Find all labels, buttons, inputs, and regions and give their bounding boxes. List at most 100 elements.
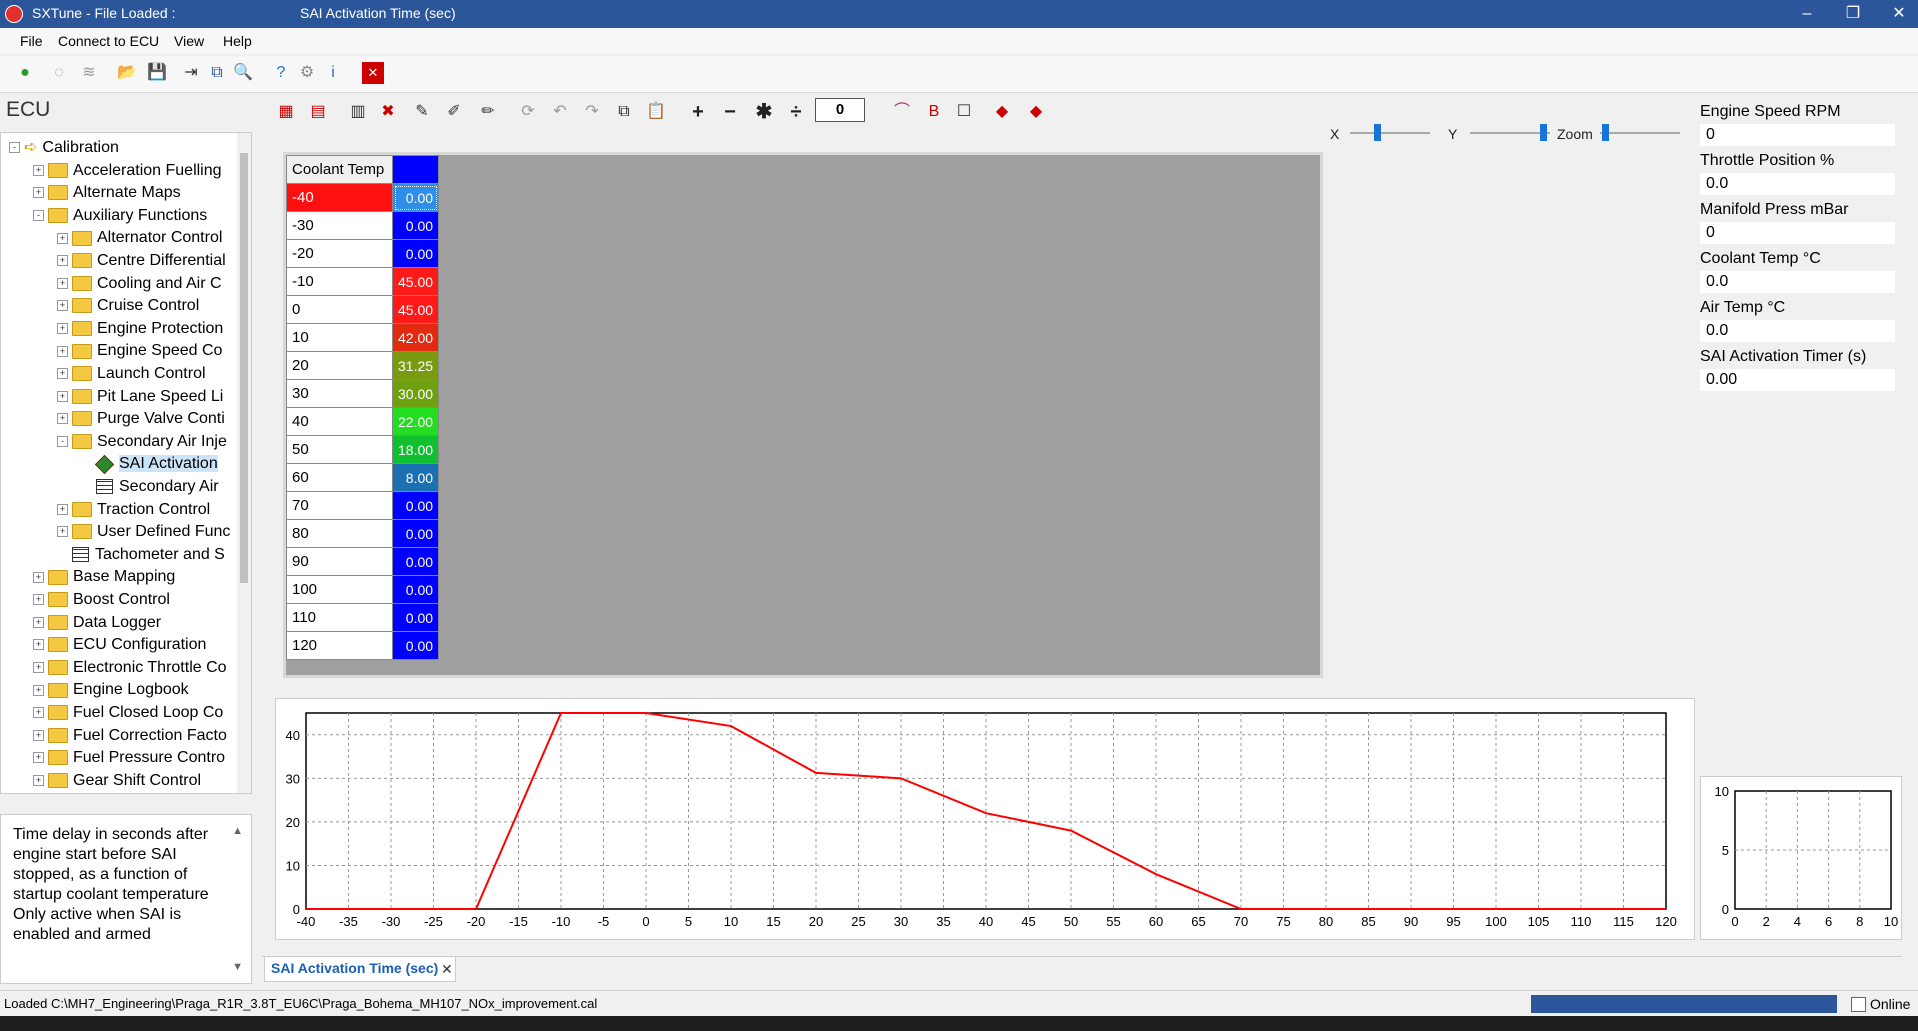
expand-icon[interactable]: +	[57, 345, 68, 357]
value-cell[interactable]: 22.00	[391, 407, 440, 436]
compare-icon[interactable]: ⧉	[206, 62, 228, 84]
tree-item[interactable]: + Fuel Pressure Contro	[33, 747, 225, 769]
tree-item[interactable]: + Electronic Throttle Co	[33, 657, 227, 679]
value-cell[interactable]: 0.00	[391, 183, 440, 212]
minus-icon[interactable]: −	[719, 101, 741, 123]
expand-icon[interactable]: +	[33, 684, 44, 696]
expand-icon[interactable]: +	[57, 368, 68, 380]
cube-red-icon[interactable]: ◆	[991, 101, 1013, 123]
cube-alt-icon[interactable]: ◆	[1025, 101, 1047, 123]
menu-connect-to-ecu[interactable]: Connect to ECU	[58, 33, 159, 49]
expand-icon[interactable]: +	[57, 255, 68, 267]
expand-icon[interactable]: +	[33, 729, 44, 741]
divide-icon[interactable]: ÷	[785, 101, 807, 123]
value-cell[interactable]: 31.25	[391, 351, 440, 380]
expand-icon[interactable]: +	[57, 526, 68, 538]
axis-cell[interactable]: 100	[286, 575, 393, 604]
menu-help[interactable]: Help	[223, 33, 252, 49]
zoom-slider-thumb[interactable]	[1602, 124, 1609, 141]
info-icon[interactable]: i	[322, 62, 344, 84]
flag-icon[interactable]: B	[923, 101, 945, 123]
tree-item[interactable]: + Cruise Control	[57, 295, 199, 317]
tree-item[interactable]: + Launch Control	[57, 363, 206, 385]
go-icon[interactable]: ●	[14, 62, 36, 84]
expand-icon[interactable]: +	[33, 164, 44, 176]
tree-item[interactable]: + Acceleration Fuelling	[33, 160, 222, 182]
expand-icon[interactable]: +	[57, 323, 68, 335]
y-slider-thumb[interactable]	[1540, 124, 1547, 141]
axis-cell[interactable]: 50	[286, 435, 393, 464]
tree-item[interactable]: + Alternator Control	[57, 227, 222, 249]
value-cell[interactable]: 18.00	[391, 435, 440, 464]
axis-cell[interactable]: 70	[286, 491, 393, 520]
tree-item[interactable]: + Fuel Closed Loop Co	[33, 702, 223, 724]
settings-icon[interactable]: ⚙	[296, 62, 318, 84]
pencil-alt-icon[interactable]: ✐	[443, 101, 465, 123]
close-window-button[interactable]: ✕	[1876, 0, 1918, 28]
axis-cell[interactable]: -20	[286, 239, 393, 268]
tree-item[interactable]: + ECU Configuration	[33, 634, 206, 656]
expand-icon[interactable]: +	[57, 503, 68, 515]
axis-cell[interactable]: 60	[286, 463, 393, 492]
tree-item[interactable]: - ➪ Calibration	[9, 137, 119, 159]
axis-cell[interactable]: -40	[286, 183, 393, 212]
x-slider-thumb[interactable]	[1374, 124, 1381, 141]
tree-item[interactable]: SAI Activation	[81, 453, 218, 475]
undo-icon[interactable]: ↶	[549, 101, 571, 123]
tree-item[interactable]: + Data Logger	[33, 612, 161, 634]
menu-view[interactable]: View	[174, 33, 204, 49]
multiply-icon[interactable]: ✱	[753, 101, 775, 123]
tree-item[interactable]: + Purge Valve Conti	[57, 408, 225, 430]
plus-icon[interactable]: +	[687, 101, 709, 123]
tree-item[interactable]: + Pit Lane Speed Li	[57, 386, 223, 408]
expand-icon[interactable]: +	[33, 616, 44, 628]
tree-item[interactable]: + Engine Logbook	[33, 679, 189, 701]
value-cell[interactable]: 30.00	[391, 379, 440, 408]
paste-icon[interactable]: 📋	[645, 101, 667, 123]
chart-icon[interactable]: ≋	[78, 62, 100, 84]
expand-icon[interactable]: +	[57, 232, 68, 244]
tree-item[interactable]: + Alternate Maps	[33, 182, 181, 204]
minimize-button[interactable]: –	[1784, 0, 1830, 28]
tree-item[interactable]: + Traction Control	[57, 499, 210, 521]
open-folder-icon[interactable]: 📂	[116, 62, 138, 84]
value-cell[interactable]: 0.00	[391, 519, 440, 548]
tree-scroll-thumb[interactable]	[240, 153, 248, 583]
refresh-icon[interactable]: ⟳	[517, 101, 539, 123]
redo-icon[interactable]: ↷	[581, 101, 603, 123]
expand-icon[interactable]: +	[57, 277, 68, 289]
export-icon[interactable]: ⇥	[180, 62, 202, 84]
value-cell[interactable]: 0.00	[391, 239, 440, 268]
scroll-down-icon[interactable]: ▼	[232, 961, 243, 973]
collapse-icon[interactable]: -	[9, 142, 20, 154]
tree-item[interactable]: Tachometer and S	[57, 544, 225, 566]
tab-sai-activation-time[interactable]: SAI Activation Time (sec) ✕	[264, 957, 456, 982]
online-checkbox[interactable]	[1851, 997, 1866, 1012]
value-cell[interactable]: 0.00	[391, 547, 440, 576]
axis-cell[interactable]: 80	[286, 519, 393, 548]
expand-icon[interactable]: +	[57, 390, 68, 402]
axis-cell[interactable]: 90	[286, 547, 393, 576]
tree-item[interactable]: + Base Mapping	[33, 566, 175, 588]
expand-icon[interactable]: +	[33, 639, 44, 651]
copy-icon[interactable]: ⧉	[613, 101, 635, 123]
columns-icon[interactable]: ▥	[347, 101, 369, 123]
value-cell[interactable]: 0.00	[391, 491, 440, 520]
search-icon[interactable]: 🔍	[232, 62, 254, 84]
axis-cell[interactable]: -10	[286, 267, 393, 296]
value-cell[interactable]: 45.00	[391, 267, 440, 296]
tree-item[interactable]: Secondary Air	[81, 476, 219, 498]
value-cell[interactable]: 0.00	[391, 211, 440, 240]
cell-red-icon[interactable]: ▤	[307, 101, 329, 123]
scroll-up-icon[interactable]: ▲	[232, 825, 243, 837]
tree-item[interactable]: + User Defined Func	[57, 521, 230, 543]
expand-icon[interactable]: +	[57, 300, 68, 312]
tree-item[interactable]: + Centre Differential	[57, 250, 226, 272]
eraser-icon[interactable]: ✏	[477, 101, 499, 123]
x-slider-track[interactable]	[1350, 132, 1430, 134]
value-cell[interactable]: 0.00	[391, 631, 440, 660]
expand-icon[interactable]: +	[33, 594, 44, 606]
tree-item[interactable]: - Secondary Air Inje	[57, 431, 227, 453]
axis-cell[interactable]: 0	[286, 295, 393, 324]
pencil-icon[interactable]: ✎	[411, 101, 433, 123]
